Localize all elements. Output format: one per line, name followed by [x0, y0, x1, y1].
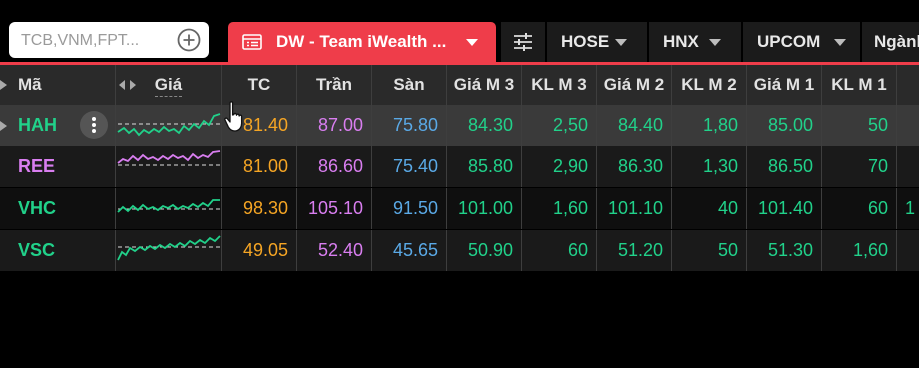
collapse-arrow-icon [0, 80, 7, 90]
san-cell: 75.40 [372, 146, 447, 187]
header-san[interactable]: Sàn [372, 65, 447, 105]
watchlist-tab-label: DW - Team iWealth ... [276, 32, 447, 51]
gia-m2-cell[interactable]: 86.30 [597, 146, 672, 187]
gia-m1-cell[interactable]: 101.40 [747, 188, 822, 229]
san-cell: 45.65 [372, 230, 447, 271]
price-sparkline [116, 146, 222, 187]
kl-m2-cell[interactable]: 50 [672, 230, 747, 271]
sliders-icon [514, 33, 532, 51]
header-overflow [897, 65, 919, 105]
price-sparkline [116, 188, 222, 229]
symbol-cell[interactable]: VHC [0, 188, 116, 229]
header-gia-label: Giá [154, 75, 183, 97]
gia-m2-cell[interactable]: 101.10 [597, 188, 672, 229]
watchlist-folder-icon [242, 34, 262, 50]
tran-cell: 52.40 [297, 230, 372, 271]
kl-m3-cell[interactable]: 2,90 [522, 146, 597, 187]
tc-cell: 81.00 [222, 146, 297, 187]
tc-cell: 49.05 [222, 230, 297, 271]
symbol-label: HAH [18, 115, 57, 135]
overflow-cell [897, 105, 919, 146]
tab-upcom[interactable]: UPCOM [743, 22, 860, 62]
kl-m2-cell[interactable]: 1,80 [672, 105, 747, 146]
add-circle-icon[interactable] [177, 28, 201, 52]
tab-hnx-label: HNX [663, 32, 699, 51]
chevron-down-icon [615, 39, 627, 46]
kl-m1-cell[interactable]: 1,60 [822, 230, 897, 271]
tab-hose-label: HOSE [561, 32, 610, 51]
header-kl-m2[interactable]: KL M 2 [672, 65, 747, 105]
kl-m1-cell[interactable]: 50 [822, 105, 897, 146]
chevron-down-icon [466, 39, 478, 46]
hand-pointer-icon [224, 101, 243, 132]
symbol-search-input[interactable] [19, 22, 173, 60]
header-gia-m3[interactable]: Giá M 3 [447, 65, 522, 105]
header-gia[interactable]: Giá [116, 65, 222, 105]
tab-nganh[interactable]: Ngành [862, 22, 919, 62]
chevron-down-icon [834, 39, 846, 46]
tab-upcom-label: UPCOM [757, 32, 821, 51]
table-row[interactable]: VSC 49.05 52.40 45.65 50.90 60 51.20 50 … [0, 230, 919, 271]
overflow-cell [897, 230, 919, 271]
kl-m1-cell[interactable]: 70 [822, 146, 897, 187]
price-sparkline [116, 105, 222, 146]
san-cell: 91.50 [372, 188, 447, 229]
san-cell: 75.80 [372, 105, 447, 146]
kl-m1-cell[interactable]: 60 [822, 188, 897, 229]
gia-m2-cell[interactable]: 51.20 [597, 230, 672, 271]
tab-hnx[interactable]: HNX [649, 22, 741, 62]
table-header: Mã Giá TC Trần Sàn Giá M 3 KL M 3 Giá M … [0, 65, 919, 105]
gia-m3-cell[interactable]: 84.30 [447, 105, 522, 146]
symbol-cell[interactable]: VSC [0, 230, 116, 271]
header-ma-label: Mã [18, 75, 42, 94]
tab-nganh-label: Ngành [874, 32, 919, 51]
header-ma[interactable]: Mã [0, 65, 136, 105]
kl-m3-cell[interactable]: 60 [522, 230, 597, 271]
table-row[interactable]: HAH 81.40 87.00 75.80 84.30 2,50 84.40 1… [0, 105, 919, 146]
price-sparkline [116, 230, 222, 271]
filter-settings-button[interactable] [501, 22, 545, 62]
top-bar: DW - Team iWealth ... HOSE HNX UPCOM Ngà… [0, 0, 919, 64]
kl-m3-cell[interactable]: 1,60 [522, 188, 597, 229]
collapse-arrow-icon [0, 121, 7, 131]
gia-m1-cell[interactable]: 86.50 [747, 146, 822, 187]
symbol-cell[interactable]: REE [0, 146, 116, 187]
header-kl-m1[interactable]: KL M 1 [822, 65, 897, 105]
kl-m2-cell[interactable]: 1,30 [672, 146, 747, 187]
table-row[interactable]: VHC 98.30 105.10 91.50 101.00 1,60 101.1… [0, 188, 919, 229]
tc-cell: 98.30 [222, 188, 297, 229]
more-options-icon[interactable] [80, 111, 108, 139]
overflow-cell [897, 146, 919, 187]
tran-cell: 105.10 [297, 188, 372, 229]
gia-m3-cell[interactable]: 85.80 [447, 146, 522, 187]
header-tran[interactable]: Trần [297, 65, 372, 105]
header-tc[interactable]: TC [222, 65, 297, 105]
kl-m2-cell[interactable]: 40 [672, 188, 747, 229]
gia-m3-cell[interactable]: 101.00 [447, 188, 522, 229]
tab-hose[interactable]: HOSE [547, 22, 647, 62]
symbol-search-box [9, 22, 209, 60]
header-gia-m1[interactable]: Giá M 1 [747, 65, 822, 105]
gia-m1-cell[interactable]: 85.00 [747, 105, 822, 146]
gia-m3-cell[interactable]: 50.90 [447, 230, 522, 271]
gia-m1-cell[interactable]: 51.30 [747, 230, 822, 271]
kl-m3-cell[interactable]: 2,50 [522, 105, 597, 146]
chevron-down-icon [709, 39, 721, 46]
header-gia-m2[interactable]: Giá M 2 [597, 65, 672, 105]
gia-m2-cell[interactable]: 84.40 [597, 105, 672, 146]
header-kl-m3[interactable]: KL M 3 [522, 65, 597, 105]
overflow-cell: 1 [905, 198, 916, 218]
tran-cell: 87.00 [297, 105, 372, 146]
table-row[interactable]: REE 81.00 86.60 75.40 85.80 2,90 86.30 1… [0, 146, 919, 187]
watchlist-tab[interactable]: DW - Team iWealth ... [228, 22, 496, 62]
tran-cell: 86.60 [297, 146, 372, 187]
symbol-cell[interactable]: HAH [0, 105, 116, 146]
